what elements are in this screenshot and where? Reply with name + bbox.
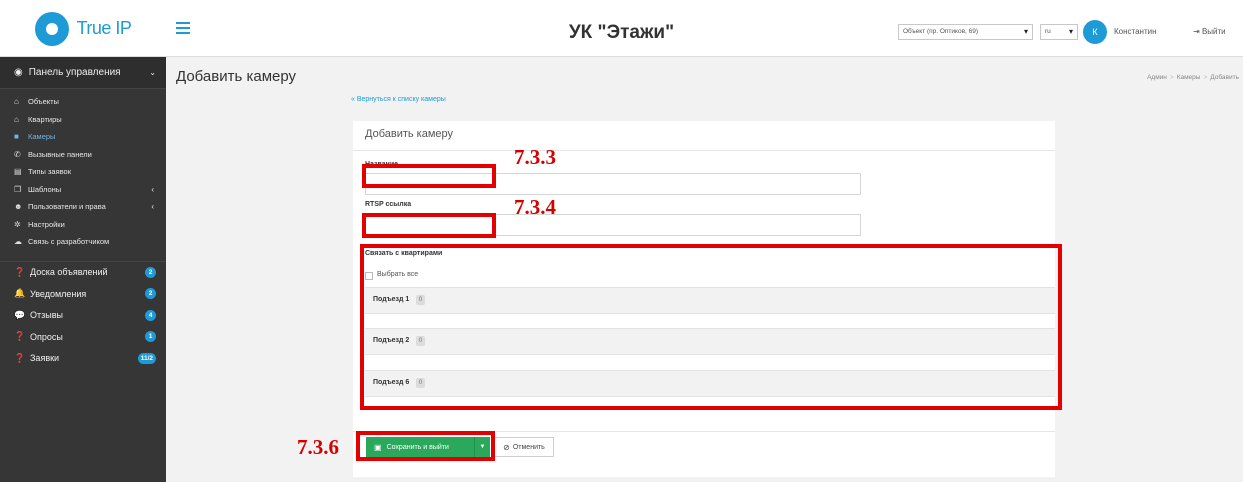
count-badge: 2 [145,266,156,278]
logo[interactable]: True IP [0,0,166,57]
divider [353,150,1055,151]
sidebar-item-settings[interactable]: ✲ Настройки [0,216,166,234]
list-icon: ▤ [14,167,22,177]
video-camera-icon: ■ [14,132,19,142]
sidebar-item-label: Отзывы [30,310,63,321]
sidebar-item-users[interactable]: ☻ Пользователи и права ‹ [0,198,166,216]
count-badge: 11/2 [137,352,156,364]
annotation-box-name [362,164,496,188]
sidebar-item-apartments[interactable]: ⌂ Квартиры [0,111,166,129]
annotation-label: 7.3.6 [297,435,339,459]
language-select-value: ru [1045,28,1051,35]
sidebar-item-objects[interactable]: ⌂ Объекты [0,93,166,111]
annotation-label: 7.3.4 [514,195,556,219]
menu-toggle-icon[interactable] [176,22,190,37]
sidebar-item-label: Заявки [30,353,60,364]
object-select[interactable]: Объект (пр. Оптиков, 69) ▾ [898,24,1033,40]
sidebar-item-notifications[interactable]: 🔔 Уведомления 2 [0,283,166,305]
sidebar-item-label: Настройки [28,219,65,229]
sidebar-item-reviews[interactable]: 💬 Отзывы 4 [0,305,166,327]
form-title: Добавить камеру [365,128,454,140]
rtsp-label: RTSP ссылка [365,201,412,208]
sidebar-item-label: Квартиры [28,114,62,124]
back-to-list-link[interactable]: « Вернуться к списку камеры [351,96,446,103]
sidebar-item-requests[interactable]: ❓ Заявки 11/2 [0,348,166,370]
chevron-left-icon: ‹ [151,202,154,212]
comments-icon: ☁ [14,237,22,247]
sidebar-item-label: Типы заявок [28,167,72,177]
question-circle-icon: ❓ [14,331,26,342]
users-icon: ☻ [14,202,23,212]
sidebar-item-label: Доска объявлений [30,267,108,278]
annotation-box-rtsp [362,213,496,238]
breadcrumb-item[interactable]: Камеры [1177,74,1201,81]
annotation-box-apartments [360,244,1062,410]
question-circle-icon: ❓ [14,266,26,277]
sidebar-item-cameras[interactable]: ■ Камеры [0,128,166,146]
count-badge: 4 [145,309,156,321]
count-badge: 2 [145,288,156,300]
sidebar-main-menu: ❓ Доска объявлений 2 🔔 Уведомления 2 💬 Отзывы… [0,260,166,370]
home-icon: ⌂ [14,114,19,124]
sidebar-item-bulletin-board[interactable]: ❓ Доска объявлений 2 [0,262,166,284]
bell-icon: 🔔 [14,288,26,299]
gear-icon: ✲ [14,219,21,229]
chevron-left-icon: ‹ [151,184,154,194]
avatar[interactable]: К [1083,20,1107,44]
app-window: True IP УК "Этажи" Объект (пр. Оптиков, … [0,0,1243,482]
sidebar-item-label: Пользователи и права [28,202,106,212]
sidebar-item-polls[interactable]: ❓ Опросы 1 [0,326,166,348]
home-icon: ⌂ [14,97,19,107]
user-name[interactable]: Константин [1114,27,1157,36]
breadcrumb: Админ > Камеры > Добавить [1147,74,1239,81]
dashboard-icon: ◉ [14,67,23,78]
cancel-button[interactable]: ⊘ Отменить [494,437,554,457]
annotation-box-save [356,431,495,461]
language-select[interactable]: ru ▾ [1040,24,1078,40]
sidebar-item-label: Камеры [28,132,56,142]
sidebar-item-call-panels[interactable]: ✆ Вызывные панели [0,146,166,164]
comment-icon: 💬 [14,309,26,320]
chevron-down-icon: ⌄ [149,68,156,77]
logo-text: True IP [76,18,132,38]
sidebar-item-templates[interactable]: ❐ Шаблоны ‹ [0,181,166,199]
sidebar-header-label: Панель управления [28,67,121,78]
caret-down-icon: ▾ [1068,27,1073,36]
logo-icon [34,11,69,46]
breadcrumb-item: Добавить [1210,74,1239,81]
question-circle-icon: ❓ [14,352,26,363]
sidebar-item-dashboard[interactable]: ◉ Панель управления ⌄ [0,57,166,89]
phone-icon: ✆ [14,149,21,159]
sign-out-icon: ⇥ [1193,27,1200,36]
sidebar-item-label: Вызывные панели [28,149,92,159]
caret-down-icon: ▾ [1023,27,1028,36]
top-bar: True IP УК "Этажи" Объект (пр. Оптиков, … [0,0,1243,57]
sidebar-item-label: Опросы [30,331,63,342]
page-title: Добавить камеру [176,68,297,85]
sidebar-submenu: ⌂ Объекты ⌂ Квартиры ■ Камеры ✆ Вызывные пан… [0,89,166,251]
sidebar-item-request-types[interactable]: ▤ Типы заявок [0,163,166,181]
logout-label: Выйти [1201,27,1226,36]
sidebar-item-developer-contact[interactable]: ☁ Связь с разработчиком [0,233,166,251]
object-select-value: Объект (пр. Оптиков, 69) [903,28,979,35]
breadcrumb-item[interactable]: Админ [1147,74,1167,81]
copy-icon: ❐ [14,184,22,194]
ban-icon: ⊘ [503,442,510,452]
count-badge: 1 [145,331,156,343]
sidebar-item-label: Уведомления [30,288,87,299]
annotation-label: 7.3.3 [514,145,556,169]
logout-link[interactable]: ⇥ Выйти [1193,27,1226,36]
sidebar-item-label: Объекты [28,97,59,107]
sidebar-item-label: Связь с разработчиком [28,237,110,247]
cancel-button-label: Отменить [512,443,545,451]
sidebar-item-label: Шаблоны [28,184,62,194]
sidebar: ◉ Панель управления ⌄ ⌂ Объекты ⌂ Квартиры… [0,57,166,482]
